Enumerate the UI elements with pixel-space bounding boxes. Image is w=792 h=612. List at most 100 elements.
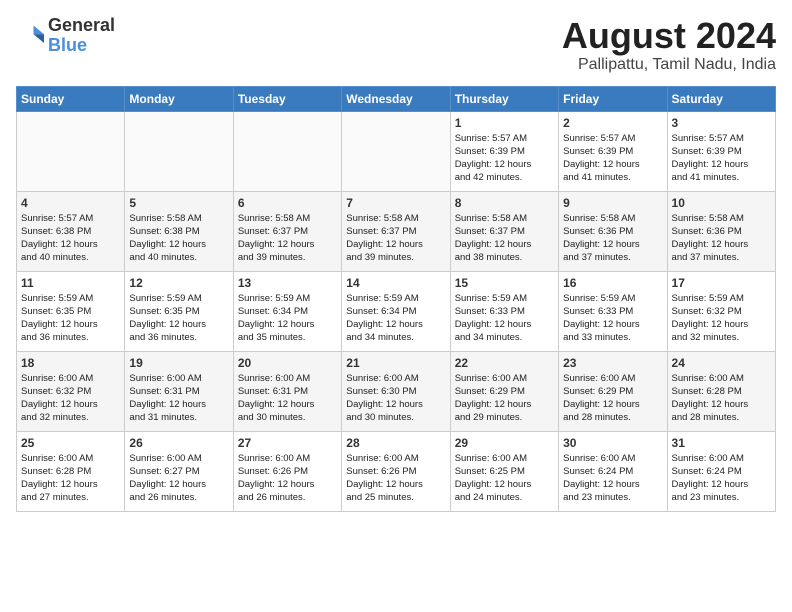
calendar-cell: 16 Sunrise: 5:59 AMSunset: 6:33 PMDayligh… [559,271,667,351]
calendar-cell: 10 Sunrise: 5:58 AMSunset: 6:36 PMDayligh… [667,191,775,271]
calendar-week-5: 25 Sunrise: 6:00 AMSunset: 6:28 PMDayligh… [17,431,776,511]
calendar-cell: 23 Sunrise: 6:00 AMSunset: 6:29 PMDayligh… [559,351,667,431]
day-number: 23 [563,356,662,370]
calendar-cell: 21Sunrise: 6:00 AMSunset: 6:30 PMDayligh… [342,351,450,431]
calendar-header-row: SundayMondayTuesdayWednesdayThursdayFrid… [17,86,776,111]
calendar-cell: 31Sunrise: 6:00 AMSunset: 6:24 PMDayligh… [667,431,775,511]
day-header-tuesday: Tuesday [233,86,341,111]
day-info: Sunrise: 6:00 AMSunset: 6:25 PMDaylight:… [455,452,554,505]
day-number: 2 [563,116,662,130]
calendar-cell: 13 Sunrise: 5:59 AMSunset: 6:34 PMDayligh… [233,271,341,351]
day-number: 24 [672,356,771,370]
day-info: Sunrise: 5:57 AMSunset: 6:39 PMDaylight:… [672,132,771,185]
calendar-cell: 22 Sunrise: 6:00 AMSunset: 6:29 PMDayligh… [450,351,558,431]
calendar-cell: 6Sunrise: 5:58 AMSunset: 6:37 PMDaylight… [233,191,341,271]
day-number: 17 [672,276,771,290]
calendar-cell [17,111,125,191]
calendar-cell [125,111,233,191]
day-number: 8 [455,196,554,210]
day-info: Sunrise: 5:57 AMSunset: 6:39 PMDaylight:… [455,132,554,185]
calendar-cell: 4Sunrise: 5:57 AMSunset: 6:38 PMDaylight… [17,191,125,271]
day-info: Sunrise: 5:59 AMSunset: 6:33 PMDaylight:… [563,292,662,345]
day-info: Sunrise: 5:58 AMSunset: 6:37 PMDaylight:… [238,212,337,265]
day-info: Sunrise: 6:00 AMSunset: 6:28 PMDaylight:… [672,372,771,425]
day-info: Sunrise: 6:00 AMSunset: 6:32 PMDaylight:… [21,372,120,425]
day-info: Sunrise: 6:00 AMSunset: 6:24 PMDaylight:… [672,452,771,505]
day-info: Sunrise: 5:59 AMSunset: 6:34 PMDaylight:… [238,292,337,345]
day-number: 25 [21,436,120,450]
day-number: 11 [21,276,120,290]
day-number: 30 [563,436,662,450]
calendar-week-3: 11 Sunrise: 5:59 AMSunset: 6:35 PMDayligh… [17,271,776,351]
day-number: 14 [346,276,445,290]
day-number: 3 [672,116,771,130]
calendar-subtitle: Pallipattu, Tamil Nadu, India [562,56,776,74]
logo-general-text: General [48,15,115,35]
day-info: Sunrise: 6:00 AMSunset: 6:24 PMDaylight:… [563,452,662,505]
day-info: Sunrise: 6:00 AMSunset: 6:26 PMDaylight:… [346,452,445,505]
calendar-cell: 30 Sunrise: 6:00 AMSunset: 6:24 PMDayligh… [559,431,667,511]
title-block: August 2024 Pallipattu, Tamil Nadu, Indi… [562,16,776,74]
day-info: Sunrise: 5:58 AMSunset: 6:37 PMDaylight:… [455,212,554,265]
calendar-cell: 8 Sunrise: 5:58 AMSunset: 6:37 PMDaylight… [450,191,558,271]
day-number: 26 [129,436,228,450]
day-info: Sunrise: 6:00 AMSunset: 6:29 PMDaylight:… [563,372,662,425]
day-number: 20 [238,356,337,370]
day-info: Sunrise: 6:00 AMSunset: 6:28 PMDaylight:… [21,452,120,505]
day-number: 16 [563,276,662,290]
day-info: Sunrise: 5:59 AMSunset: 6:34 PMDaylight:… [346,292,445,345]
calendar-cell: 11 Sunrise: 5:59 AMSunset: 6:35 PMDayligh… [17,271,125,351]
day-header-thursday: Thursday [450,86,558,111]
day-info: Sunrise: 5:59 AMSunset: 6:33 PMDaylight:… [455,292,554,345]
day-number: 29 [455,436,554,450]
day-number: 27 [238,436,337,450]
day-info: Sunrise: 5:57 AMSunset: 6:38 PMDaylight:… [21,212,120,265]
calendar-cell: 12 Sunrise: 5:59 AMSunset: 6:35 PMDayligh… [125,271,233,351]
calendar-cell: 25 Sunrise: 6:00 AMSunset: 6:28 PMDayligh… [17,431,125,511]
day-number: 12 [129,276,228,290]
calendar-cell: 18Sunrise: 6:00 AMSunset: 6:32 PMDayligh… [17,351,125,431]
calendar-cell: 26 Sunrise: 6:00 AMSunset: 6:27 PMDayligh… [125,431,233,511]
day-number: 10 [672,196,771,210]
day-header-monday: Monday [125,86,233,111]
day-header-sunday: Sunday [17,86,125,111]
logo: General Blue [16,16,115,56]
day-number: 28 [346,436,445,450]
day-info: Sunrise: 5:59 AMSunset: 6:35 PMDaylight:… [129,292,228,345]
day-info: Sunrise: 6:00 AMSunset: 6:31 PMDaylight:… [238,372,337,425]
calendar-table: SundayMondayTuesdayWednesdayThursdayFrid… [16,86,776,512]
logo-blue-text: Blue [48,35,87,55]
calendar-week-4: 18Sunrise: 6:00 AMSunset: 6:32 PMDayligh… [17,351,776,431]
calendar-cell: 27 Sunrise: 6:00 AMSunset: 6:26 PMDayligh… [233,431,341,511]
calendar-cell: 5Sunrise: 5:58 AMSunset: 6:38 PMDaylight… [125,191,233,271]
calendar-cell: 2 Sunrise: 5:57 AMSunset: 6:39 PMDaylight… [559,111,667,191]
day-info: Sunrise: 6:00 AMSunset: 6:29 PMDaylight:… [455,372,554,425]
day-number: 5 [129,196,228,210]
calendar-cell: 20 Sunrise: 6:00 AMSunset: 6:31 PMDayligh… [233,351,341,431]
calendar-cell: 7Sunrise: 5:58 AMSunset: 6:37 PMDaylight… [342,191,450,271]
day-number: 22 [455,356,554,370]
day-info: Sunrise: 5:59 AMSunset: 6:35 PMDaylight:… [21,292,120,345]
day-info: Sunrise: 6:00 AMSunset: 6:26 PMDaylight:… [238,452,337,505]
calendar-cell: 14 Sunrise: 5:59 AMSunset: 6:34 PMDayligh… [342,271,450,351]
calendar-week-1: 1 Sunrise: 5:57 AMSunset: 6:39 PMDaylight… [17,111,776,191]
calendar-cell: 24 Sunrise: 6:00 AMSunset: 6:28 PMDayligh… [667,351,775,431]
day-number: 1 [455,116,554,130]
day-info: Sunrise: 6:00 AMSunset: 6:30 PMDaylight:… [346,372,445,425]
calendar-cell: 19Sunrise: 6:00 AMSunset: 6:31 PMDayligh… [125,351,233,431]
day-info: Sunrise: 5:59 AMSunset: 6:32 PMDaylight:… [672,292,771,345]
day-info: Sunrise: 5:57 AMSunset: 6:39 PMDaylight:… [563,132,662,185]
day-info: Sunrise: 5:58 AMSunset: 6:36 PMDaylight:… [563,212,662,265]
calendar-title: August 2024 [562,16,776,56]
logo-icon [16,22,44,50]
day-number: 13 [238,276,337,290]
day-number: 15 [455,276,554,290]
calendar-cell [342,111,450,191]
day-info: Sunrise: 5:58 AMSunset: 6:36 PMDaylight:… [672,212,771,265]
calendar-cell: 3 Sunrise: 5:57 AMSunset: 6:39 PMDaylight… [667,111,775,191]
page-header: General Blue August 2024 Pallipattu, Tam… [16,16,776,74]
calendar-body: 1 Sunrise: 5:57 AMSunset: 6:39 PMDaylight… [17,111,776,511]
calendar-cell: 28 Sunrise: 6:00 AMSunset: 6:26 PMDayligh… [342,431,450,511]
calendar-cell: 29 Sunrise: 6:00 AMSunset: 6:25 PMDayligh… [450,431,558,511]
day-info: Sunrise: 6:00 AMSunset: 6:27 PMDaylight:… [129,452,228,505]
